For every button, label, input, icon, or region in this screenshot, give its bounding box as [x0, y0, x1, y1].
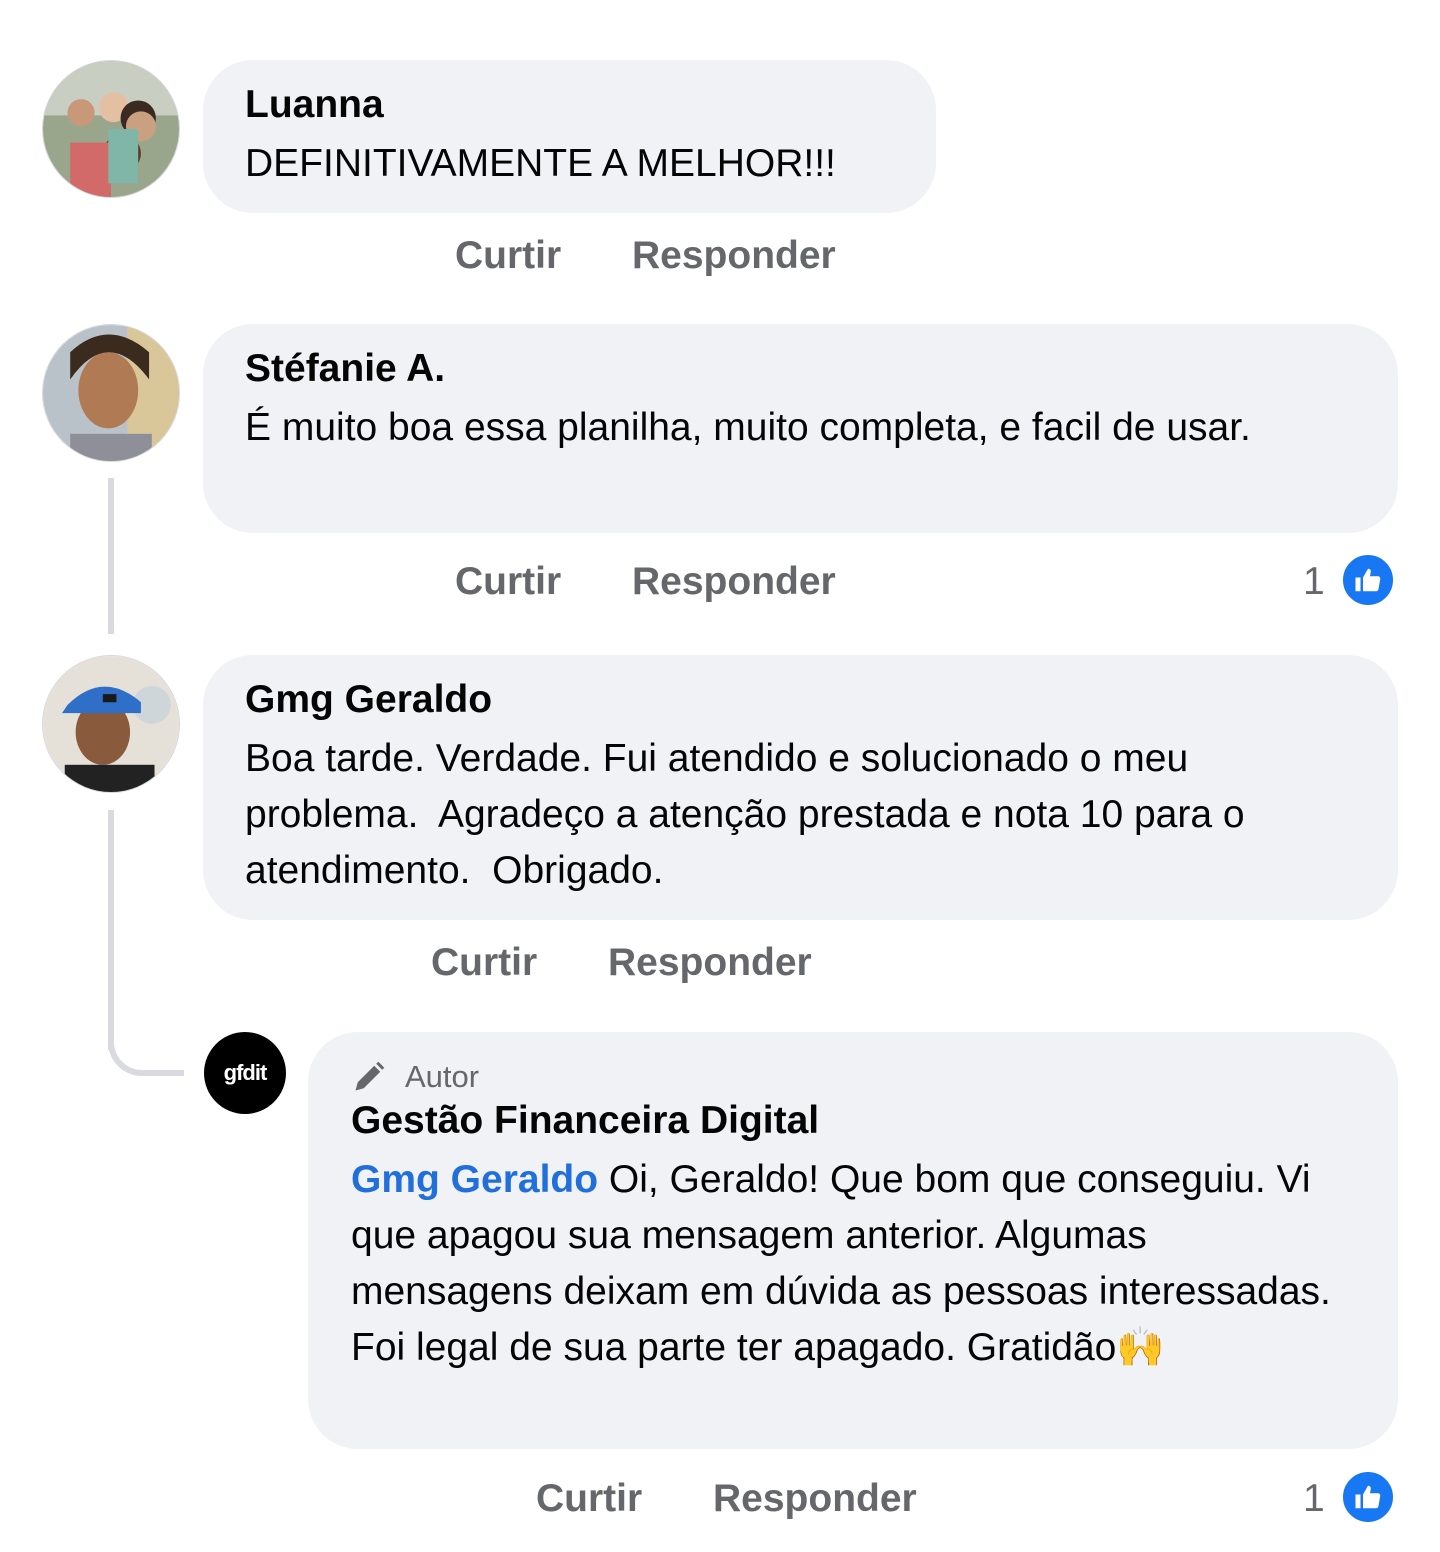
reply-bubble: Autor Gestão Financeira Digital Gmg Gera…: [308, 1032, 1398, 1449]
reply-author[interactable]: Gestão Financeira Digital: [351, 1098, 1358, 1144]
comment-bubble: Luanna DEFINITIVAMENTE A MELHOR!!!: [203, 60, 936, 213]
reaction-count: 1: [1303, 1477, 1325, 1520]
comment-bubble: Gmg Geraldo Boa tarde. Verdade. Fui aten…: [203, 655, 1398, 920]
page-logo[interactable]: gfdit: [204, 1032, 286, 1114]
like-button[interactable]: Curtir: [536, 1477, 642, 1521]
comment-author[interactable]: Stéfanie A.: [245, 346, 1358, 392]
thumbs-up-icon[interactable]: [1340, 552, 1396, 608]
avatar[interactable]: [42, 324, 180, 462]
author-badge: Autor: [351, 1056, 1358, 1098]
pencil-icon: [355, 1061, 385, 1091]
reply-button[interactable]: Responder: [632, 560, 836, 604]
like-button[interactable]: Curtir: [455, 234, 561, 278]
like-button[interactable]: Curtir: [431, 941, 537, 985]
comment-author[interactable]: Gmg Geraldo: [245, 677, 1358, 723]
comment-bubble: Stéfanie A. É muito boa essa planilha, m…: [203, 324, 1398, 533]
comment-text: Boa tarde. Verdade. Fui atendido e soluc…: [245, 737, 1256, 892]
thread-line: [108, 478, 114, 634]
reply-button[interactable]: Responder: [608, 941, 812, 985]
comment-text: DEFINITIVAMENTE A MELHOR!!!: [245, 142, 836, 185]
reply-text: Gmg Geraldo Oi, Geraldo! Que bom que con…: [351, 1152, 1358, 1376]
author-badge-label: Autor: [405, 1059, 480, 1094]
logo-text: gfdit: [223, 1060, 268, 1085]
avatar[interactable]: [42, 60, 180, 198]
thread-line-elbow: [108, 1010, 184, 1076]
reaction-count: 1: [1303, 560, 1325, 603]
mention-link[interactable]: Gmg Geraldo: [351, 1158, 598, 1201]
like-button[interactable]: Curtir: [455, 560, 561, 604]
reply-button[interactable]: Responder: [713, 1477, 917, 1521]
reply-button[interactable]: Responder: [632, 234, 836, 278]
avatar[interactable]: [42, 655, 180, 793]
comment-author[interactable]: Luanna: [245, 82, 896, 128]
thumbs-up-icon[interactable]: [1340, 1469, 1396, 1525]
comment-text: É muito boa essa planilha, muito complet…: [245, 406, 1251, 449]
